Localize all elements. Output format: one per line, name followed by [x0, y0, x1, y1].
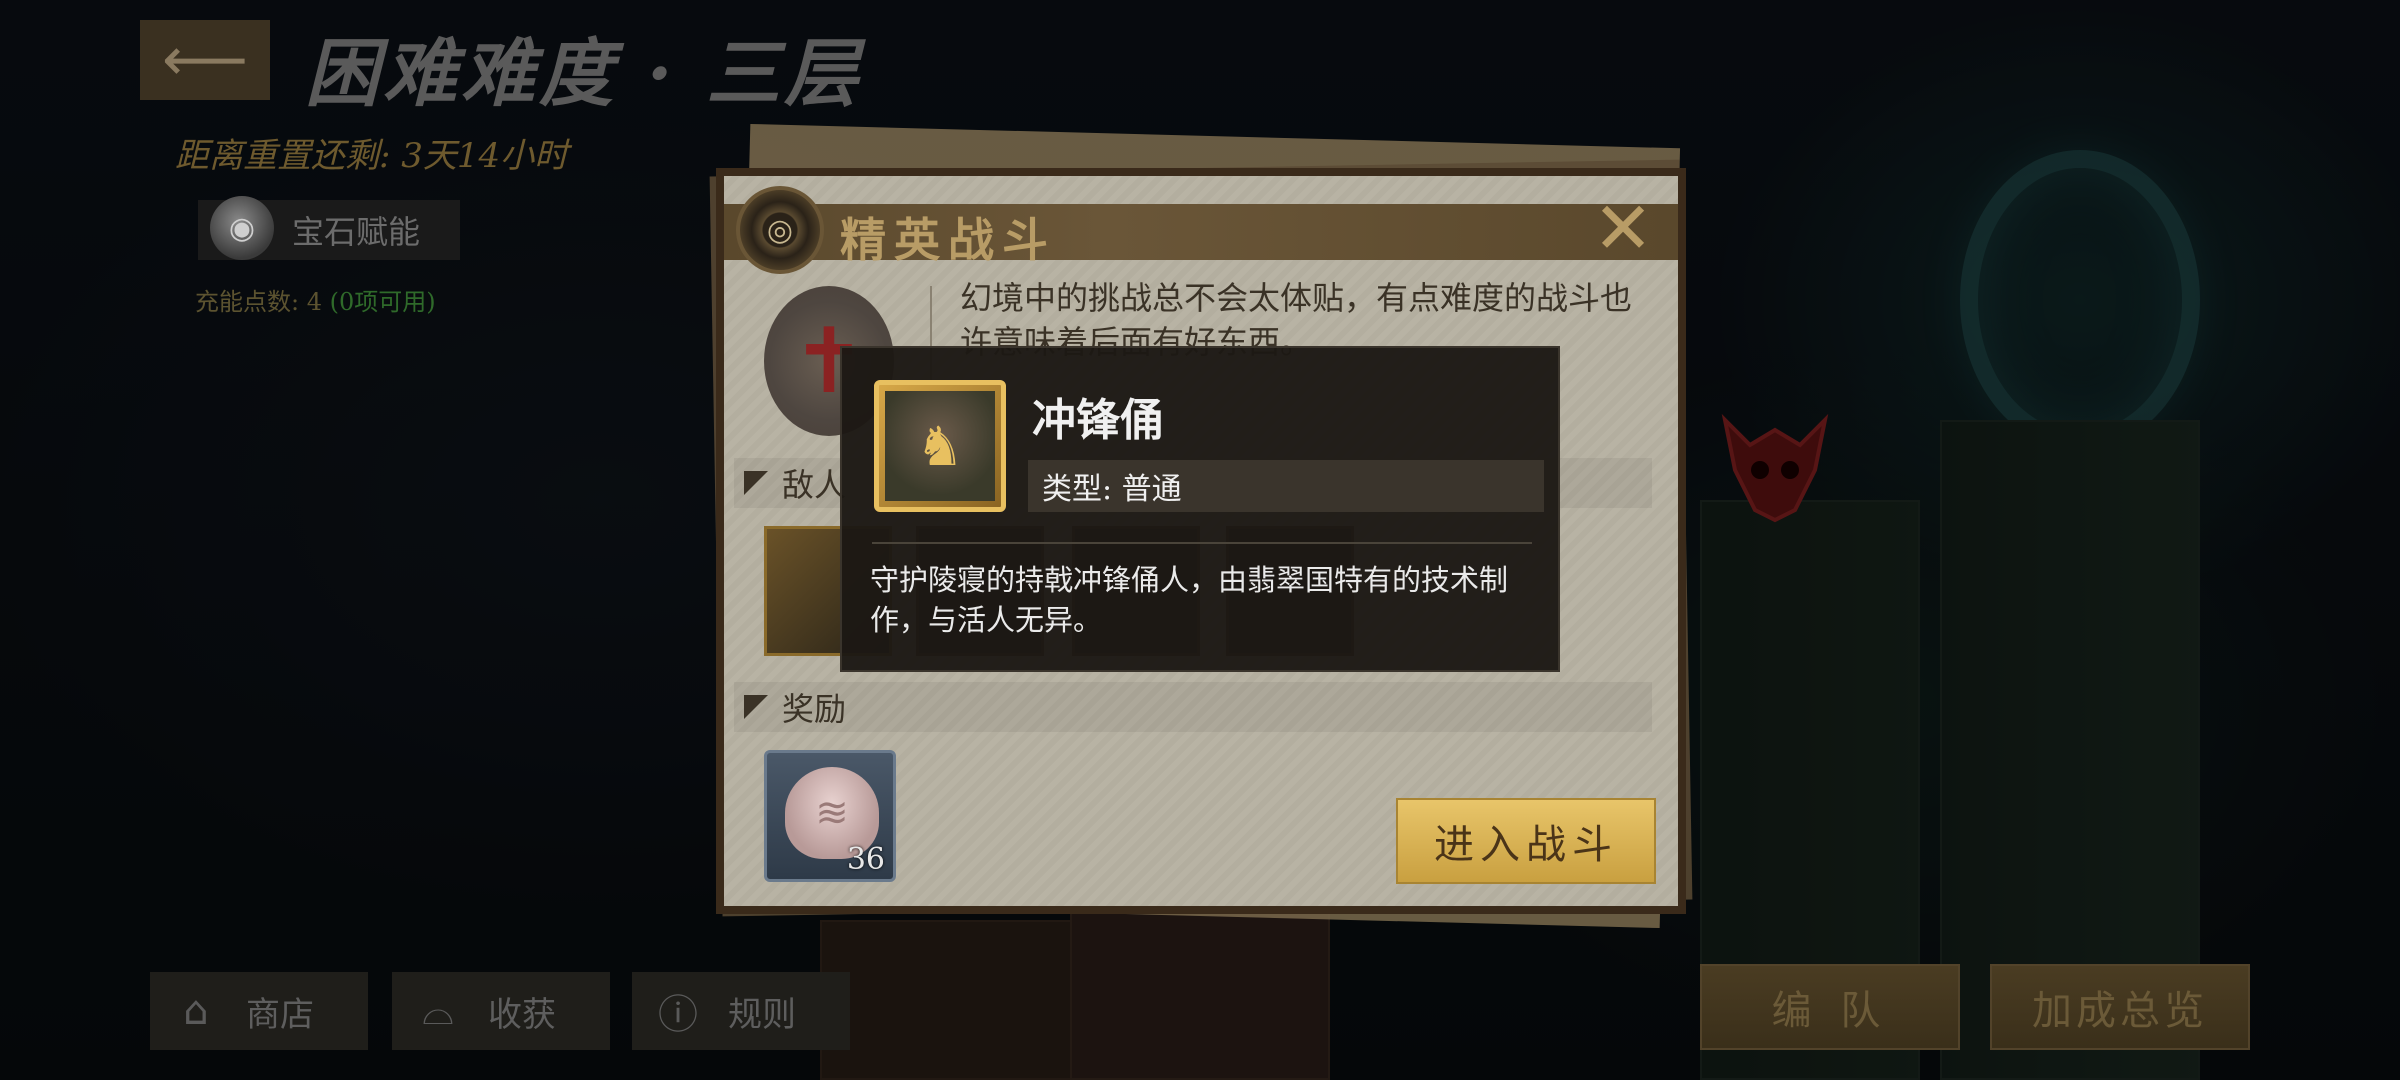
arrow-left-icon: ⟵ — [161, 25, 248, 95]
charge-points: 充能点数: 4 (0项可用) — [195, 282, 436, 317]
gem-empower-button[interactable]: ◉ 宝石赋能 — [198, 196, 460, 260]
basket-icon: ⌓ — [422, 988, 454, 1034]
gem-empower-label: 宝石赋能 — [292, 213, 421, 251]
enter-battle-button[interactable]: 进入战斗 — [1396, 798, 1656, 884]
triangle-icon — [744, 471, 768, 495]
divider — [872, 542, 1532, 544]
reward-section-label: 奖励 — [782, 690, 847, 728]
rules-label: 规则 — [728, 994, 796, 1035]
page-title: 困难难度 · 三层 — [305, 31, 863, 117]
enemy-name: 冲锋俑 — [1032, 395, 1164, 446]
harvest-button[interactable]: ⌓ 收获 — [392, 972, 610, 1050]
reward-item[interactable]: ≋ 36 — [764, 750, 896, 882]
enemy-tooltip: ♞ 冲锋俑 类型: 普通 守护陵寝的持戟冲锋俑人，由翡翠国特有的技术制作，与活人… — [840, 346, 1560, 672]
enemy-portrait: ♞ — [874, 380, 1006, 512]
exclamation-icon: ⓘ — [658, 992, 698, 1038]
rules-button[interactable]: ⓘ 规则 — [632, 972, 850, 1050]
harvest-label: 收获 — [488, 994, 556, 1035]
charge-points-label: 充能点数: 4 — [195, 288, 322, 316]
enemy-section-label: 敌人 — [782, 466, 847, 504]
gem-icon: ◉ — [210, 196, 274, 260]
team-button[interactable]: 编 队 — [1700, 964, 1960, 1050]
shop-button[interactable]: ⌂ 商店 — [150, 972, 368, 1050]
reward-section-header: 奖励 — [734, 682, 1652, 732]
shop-label: 商店 — [246, 994, 314, 1035]
enemy-description: 守护陵寝的持戟冲锋俑人，由翡翠国特有的技术制作，与活人无异。 — [870, 563, 1509, 637]
charge-available: (0项可用) — [329, 288, 436, 316]
reset-timer: 距离重置还剩: 3天14小时 — [175, 136, 569, 176]
enemy-type: 类型: 普通 — [1028, 460, 1544, 512]
bonus-overview-button[interactable]: 加成总览 — [1990, 964, 2250, 1050]
reward-count: 36 — [846, 842, 885, 877]
back-button[interactable]: ⟵ — [140, 20, 270, 100]
warrior-icon: ♞ — [885, 391, 995, 501]
dialog-title: 精英战斗 — [840, 213, 1056, 267]
battle-emblem-icon: ◎ — [736, 186, 824, 274]
triangle-icon — [744, 695, 768, 719]
close-icon[interactable]: ✕ — [1592, 192, 1654, 264]
shop-icon: ⌂ — [183, 988, 209, 1034]
